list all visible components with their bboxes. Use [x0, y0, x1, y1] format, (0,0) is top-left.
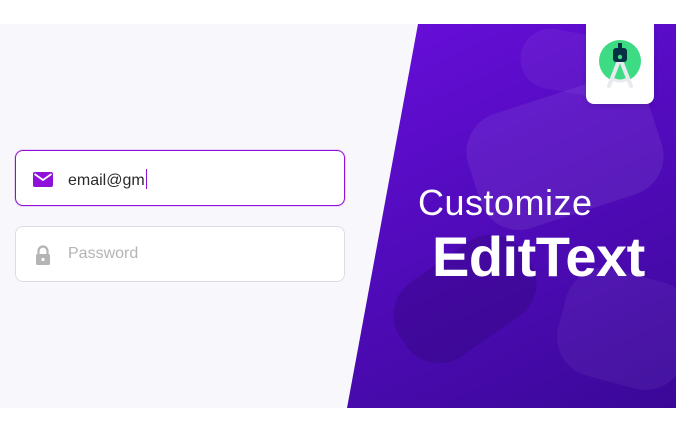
password-field[interactable]: Password [15, 226, 345, 282]
title-line-customize: Customize [418, 182, 593, 223]
lock-icon [32, 244, 54, 266]
title-line-edittext: EditText [432, 225, 645, 288]
logo-card [586, 24, 654, 104]
email-value: email@gm [68, 172, 145, 189]
email-field[interactable]: email@gm [15, 150, 345, 206]
text-cursor [145, 169, 148, 189]
password-input[interactable]: Password [68, 245, 138, 263]
thumbnail-canvas: email@gm Password Customize EditText [0, 24, 676, 408]
mail-icon [32, 168, 54, 190]
email-input[interactable]: email@gm [68, 169, 148, 190]
android-studio-icon [599, 40, 641, 88]
